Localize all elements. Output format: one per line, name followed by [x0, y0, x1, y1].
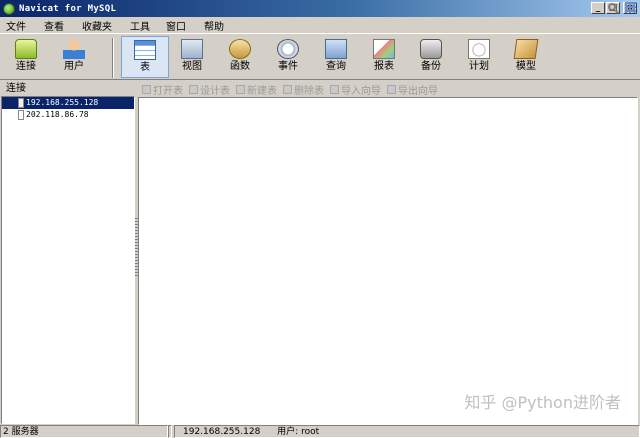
user-button[interactable]: 用户: [50, 36, 98, 78]
title-bar[interactable]: Navicat for MySQL _ □ ×: [0, 0, 640, 17]
connect-icon: [15, 39, 37, 59]
menu-tools[interactable]: 工具: [126, 18, 158, 33]
connect-button[interactable]: 连接: [2, 36, 50, 78]
menu-view[interactable]: 查看: [40, 18, 72, 33]
main-toolbar: 连接 用户 表 视图 函数 事件 查询 报表 备份 计划 模型: [0, 33, 640, 80]
table-icon: [134, 40, 156, 60]
grid-view-icon[interactable]: [625, 2, 636, 13]
watermark: 知乎 @Python进阶者: [464, 393, 621, 412]
event-button[interactable]: 事件: [264, 36, 312, 78]
import-wizard-button[interactable]: 导入向导: [330, 82, 381, 97]
view-button[interactable]: 视图: [168, 36, 216, 78]
function-icon: [229, 39, 251, 59]
status-user: 用户: root: [277, 427, 320, 437]
query-icon: [325, 39, 347, 59]
export-wizard-label: 导出向导: [398, 85, 438, 97]
connection-label: 192.168.255.128: [26, 98, 99, 107]
open-table-button[interactable]: 打开表: [142, 82, 183, 97]
schedule-label: 计划: [469, 61, 489, 72]
table-label: 表: [140, 62, 150, 73]
export-wizard-icon: [387, 84, 396, 94]
user-label: 用户: [64, 61, 84, 72]
design-table-icon: [189, 84, 198, 94]
delete-table-label: 删除表: [294, 85, 324, 97]
connection-item[interactable]: 192.168.255.128: [2, 97, 134, 109]
backup-label: 备份: [421, 61, 441, 72]
view-label: 视图: [182, 61, 202, 72]
menu-window[interactable]: 窗口: [162, 18, 194, 33]
design-table-label: 设计表: [200, 85, 230, 97]
table-button[interactable]: 表: [121, 36, 169, 78]
new-table-label: 新建表: [247, 85, 277, 97]
menu-file[interactable]: 文件: [2, 18, 34, 33]
delete-table-button[interactable]: 删除表: [283, 82, 324, 97]
event-icon: [277, 39, 299, 59]
query-button[interactable]: 查询: [312, 36, 360, 78]
server-icon: [18, 110, 24, 120]
backup-button[interactable]: 备份: [407, 36, 455, 78]
schedule-icon: [468, 39, 490, 59]
export-wizard-button[interactable]: 导出向导: [387, 82, 438, 97]
connect-label: 连接: [16, 61, 36, 72]
minimize-button[interactable]: _: [591, 2, 605, 14]
status-host: 192.168.255.128: [183, 427, 261, 437]
server-icon: [18, 98, 24, 108]
object-toolbar: 打开表 设计表 新建表 删除表 导入向导 导出向导: [138, 81, 640, 97]
model-label: 模型: [516, 61, 536, 72]
toolbar-separator: [112, 38, 114, 78]
connection-label: 202.118.86.78: [26, 110, 89, 119]
status-divider: [168, 425, 172, 438]
status-connection-info: 192.168.255.128 用户: root: [174, 425, 640, 438]
query-label: 查询: [326, 61, 346, 72]
report-button[interactable]: 报表: [360, 36, 408, 78]
open-table-icon: [142, 84, 151, 94]
view-icon: [181, 39, 203, 59]
import-wizard-label: 导入向导: [341, 85, 381, 97]
menu-help[interactable]: 帮助: [200, 18, 232, 33]
report-icon: [373, 39, 395, 59]
user-icon: [63, 39, 85, 59]
event-label: 事件: [278, 61, 298, 72]
function-label: 函数: [230, 61, 250, 72]
status-bar: 2 服务器 192.168.255.128 用户: root: [0, 425, 640, 438]
import-wizard-icon: [330, 84, 339, 94]
model-button[interactable]: 模型: [502, 36, 550, 78]
schedule-button[interactable]: 计划: [455, 36, 503, 78]
connection-item[interactable]: 202.118.86.78: [2, 109, 134, 121]
report-label: 报表: [374, 61, 394, 72]
open-table-label: 打开表: [153, 85, 183, 97]
backup-icon: [420, 39, 442, 59]
delete-table-icon: [283, 84, 292, 94]
navicat-app-icon: [3, 2, 15, 15]
design-table-button[interactable]: 设计表: [189, 82, 230, 97]
server-count: 2 服务器: [0, 425, 168, 438]
function-button[interactable]: 函数: [216, 36, 264, 78]
object-list-pane[interactable]: 知乎 @Python进阶者: [138, 97, 638, 425]
new-table-icon: [236, 84, 245, 94]
model-icon: [513, 39, 539, 59]
connections-header: 连接: [6, 83, 26, 94]
menu-favorites[interactable]: 收藏夹: [78, 18, 120, 33]
new-table-button[interactable]: 新建表: [236, 82, 277, 97]
menu-bar: 文件 查看 收藏夹 工具 窗口 帮助: [0, 17, 640, 33]
connection-tree[interactable]: 192.168.255.128 202.118.86.78: [1, 96, 135, 424]
window-title: Navicat for MySQL: [19, 3, 117, 14]
